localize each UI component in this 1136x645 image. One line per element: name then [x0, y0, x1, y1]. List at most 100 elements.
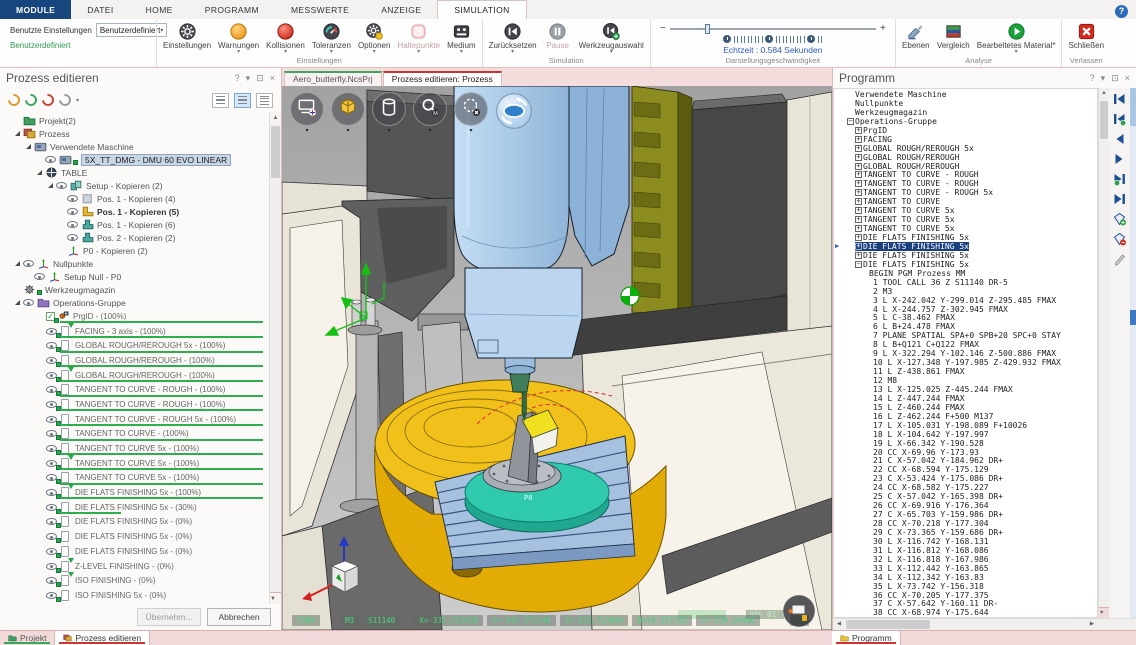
machine-view-button[interactable]: [290, 92, 324, 126]
eye-icon[interactable]: [67, 234, 78, 241]
tree-item-projekt-2[interactable]: Projekt(2): [4, 114, 267, 127]
help-icon[interactable]: ?: [1115, 5, 1128, 18]
scroll-up-icon[interactable]: ▲: [1099, 88, 1109, 99]
ribbon-button-vergleich[interactable]: Vergleich▾: [934, 21, 973, 56]
ribbon-tab-anzeige[interactable]: ANZEIGE: [365, 0, 437, 19]
ribbon-button-toleranzen[interactable]: Toleranzen▾: [309, 21, 354, 56]
zoom-tool-button[interactable]: M: [413, 92, 447, 126]
expand-icon[interactable]: [26, 144, 31, 149]
ribbon-button-ebenen[interactable]: Ebenen▾: [899, 21, 933, 56]
scroll-up-icon[interactable]: ▲: [270, 112, 281, 124]
refresh-settings-button[interactable]: [57, 92, 74, 109]
collapse-icon[interactable]: −: [855, 261, 862, 268]
ribbon-tab-home[interactable]: HOME: [130, 0, 189, 19]
expand-icon[interactable]: +: [855, 198, 862, 205]
expand-icon[interactable]: [37, 170, 42, 175]
expand-icon[interactable]: +: [855, 171, 862, 178]
expand-icon[interactable]: +: [855, 136, 862, 143]
remove-bookmark-button[interactable]: [1112, 232, 1127, 246]
operation-item[interactable]: GLOBAL ROUGH/REROUGH - (100%): [46, 353, 267, 368]
operation-item[interactable]: DIE FLATS FINISHING 5x - (30%): [46, 500, 267, 515]
machine-3d-scene[interactable]: P0: [282, 86, 832, 630]
scroll-left-icon[interactable]: ◀: [833, 619, 845, 630]
tree-item-operations-gruppe[interactable]: Operations-Gruppe: [4, 296, 267, 309]
dropdown-icon[interactable]: ▾: [246, 73, 251, 83]
ribbon-button-einstellungen[interactable]: Einstellungen▾: [160, 21, 214, 56]
operation-item[interactable]: GLOBAL ROUGH/REROUGH 5x - (100%): [46, 338, 267, 353]
program-hscrollbar[interactable]: ◀ ▶: [833, 618, 1136, 630]
speed-plus-button[interactable]: +: [880, 25, 886, 33]
scroll-down-icon[interactable]: ▼: [270, 592, 281, 604]
nc-program-listing[interactable]: Verwendete MaschineNullpunkteWerkzeugmag…: [833, 88, 1098, 618]
tree-item-5x-tt-dmg-dmu-60-evo-linear[interactable]: 5X_TT_DMG - DMU 60 EVO LINEAR: [4, 153, 267, 166]
step-forward-button[interactable]: [1112, 152, 1127, 166]
eye-icon[interactable]: [34, 273, 45, 280]
tree-item-p0-kopieren-2[interactable]: P0 - Kopieren (2): [4, 244, 267, 257]
cylinder-view-button[interactable]: [372, 92, 406, 126]
dropdown-caret[interactable]: ▾: [469, 127, 472, 134]
tree-item-setup-null-p0[interactable]: Setup Null - P0: [4, 270, 267, 283]
scrollbar-thumb[interactable]: [846, 620, 930, 629]
eye-icon[interactable]: [67, 221, 78, 228]
ribbon-button-kollisionen[interactable]: Kollisionen▾: [263, 21, 308, 56]
tree-scrollbar[interactable]: ▲ ▼: [269, 112, 281, 604]
help-icon[interactable]: ?: [235, 73, 240, 83]
tree-item-pos-2-kopieren-2[interactable]: Pos. 2 - Kopieren (2): [4, 231, 267, 244]
ribbon-tab-programm[interactable]: PROGRAMM: [189, 0, 275, 19]
eye-icon[interactable]: [67, 208, 78, 215]
tree-item-nullpunkte[interactable]: Nullpunkte: [4, 257, 267, 270]
ribbon-button-schließen[interactable]: Schließen▾: [1065, 21, 1107, 56]
view-mode-small-button[interactable]: [256, 93, 273, 108]
expand-icon[interactable]: +: [855, 234, 862, 241]
expand-icon[interactable]: +: [855, 163, 862, 170]
eye-icon[interactable]: [23, 299, 34, 306]
skip-to-start-button[interactable]: [1112, 92, 1127, 106]
bottom-tab-programm[interactable]: Programm: [832, 631, 901, 645]
expand-icon[interactable]: +: [855, 216, 862, 223]
operation-item[interactable]: TANGENT TO CURVE - ROUGH 5x - (100%): [46, 412, 267, 427]
expand-icon[interactable]: [15, 131, 20, 136]
operation-item[interactable]: TANGENT TO CURVE 5x - (100%): [46, 471, 267, 486]
tree-item-setup-kopieren-2[interactable]: Setup - Kopieren (2): [4, 179, 267, 192]
expand-icon[interactable]: [15, 300, 20, 305]
step-back-button[interactable]: [1112, 132, 1127, 146]
operation-item[interactable]: DIE FLATS FINISHING 5x - (0%): [46, 515, 267, 530]
chevron-down-icon[interactable]: ▾: [76, 97, 79, 104]
ribbon-button-warnungen[interactable]: Warnungen▾: [215, 21, 262, 56]
help-icon[interactable]: ?: [1090, 73, 1095, 83]
operation-item[interactable]: TANGENT TO CURVE - ROUGH - (100%): [46, 397, 267, 412]
skip-to-end-button[interactable]: [1112, 192, 1127, 206]
edit-pencil-icon[interactable]: [1112, 252, 1127, 266]
eye-icon[interactable]: [45, 156, 56, 163]
machine-3d-render[interactable]: P0: [282, 86, 832, 630]
tree-item-table[interactable]: TABLE: [4, 166, 267, 179]
tree-item-werkzeugmagazin[interactable]: Werkzeugmagazin: [4, 283, 267, 296]
dropdown-caret[interactable]: ▾: [305, 127, 308, 134]
dropdown-caret[interactable]: ▾: [428, 127, 431, 134]
view-mode-medium-button[interactable]: [234, 93, 251, 108]
expand-icon[interactable]: +: [855, 189, 862, 196]
scrollbar-thumb[interactable]: [1100, 101, 1108, 139]
dropdown-icon[interactable]: ▾: [1101, 73, 1106, 83]
ribbon-tab-simulation[interactable]: SIMULATION: [437, 0, 526, 19]
rotate-view-button[interactable]: [495, 92, 533, 130]
ribbon-tab-module[interactable]: MODULE: [0, 0, 71, 19]
speed-tick-scale[interactable]: [660, 34, 886, 44]
scrollbar-thumb[interactable]: [271, 126, 280, 178]
ribbon-tab-messwerte[interactable]: MESSWERTE: [275, 0, 365, 19]
refresh-red-button[interactable]: [40, 92, 57, 109]
scroll-right-icon[interactable]: ▶: [1086, 619, 1098, 630]
skip-forward-bookmark-button[interactable]: [1112, 172, 1127, 186]
add-bookmark-button[interactable]: [1112, 212, 1127, 226]
skip-back-bookmark-button[interactable]: [1112, 112, 1127, 126]
machine-navigation-button[interactable]: [782, 594, 816, 628]
expand-icon[interactable]: +: [855, 252, 862, 259]
ribbon-button-werkzeugauswahl[interactable]: Werkzeugauswahl▾: [576, 21, 647, 56]
ribbon-button-pause[interactable]: Pause▾: [541, 21, 575, 56]
tree-item-pos-1-kopieren-5[interactable]: Pos. 1 - Kopieren (5): [4, 205, 267, 218]
expand-icon[interactable]: +: [855, 127, 862, 134]
refresh-green-button[interactable]: [23, 92, 40, 109]
speed-minus-button[interactable]: −: [660, 25, 666, 33]
ribbon-button-medium[interactable]: Medium▾: [444, 21, 478, 56]
collapse-icon[interactable]: −: [847, 118, 854, 125]
